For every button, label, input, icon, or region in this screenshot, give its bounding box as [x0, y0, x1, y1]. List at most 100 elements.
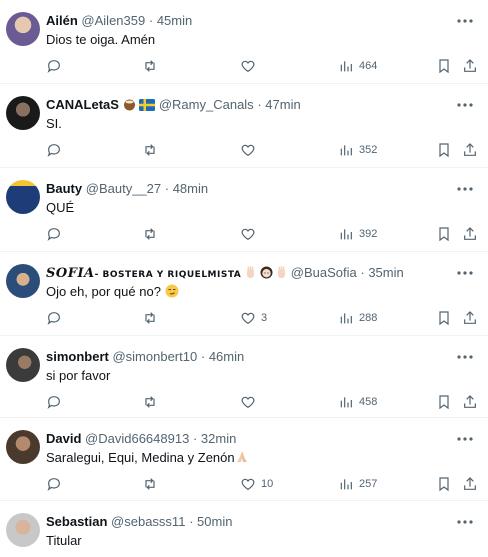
tweet-text-content: Ojo eh, por qué no? — [46, 284, 161, 299]
views-count: 257 — [359, 478, 378, 490]
share-icon — [464, 59, 476, 72]
bookmark-icon — [439, 311, 449, 326]
timestamp[interactable]: 47min — [265, 97, 300, 112]
timestamp[interactable]: 32min — [201, 431, 236, 446]
author-handle[interactable]: @Ailen359 — [81, 13, 145, 28]
author-handle[interactable]: @BuaSofia — [291, 265, 357, 280]
tweet[interactable]: simonbert @simonbert10 · 46min si por fa… — [0, 336, 488, 418]
bookmark-button[interactable] — [436, 475, 452, 493]
author-handle[interactable]: @Bauty__27 — [86, 181, 161, 196]
author-name[interactable]: simonbert — [46, 349, 109, 364]
share-icon — [464, 477, 476, 490]
author-handle[interactable]: @sebasss11 — [111, 514, 185, 529]
author-handle[interactable]: @Ramy_Canals — [159, 97, 254, 112]
like-button[interactable] — [240, 57, 256, 75]
more-dots-icon[interactable] — [456, 182, 474, 196]
author-name[interactable]: Sebastian — [46, 514, 107, 529]
reply-button[interactable] — [46, 475, 62, 493]
retweet-button[interactable] — [142, 141, 158, 159]
avatar[interactable] — [6, 264, 40, 298]
share-button[interactable] — [462, 225, 478, 243]
action-bar: 352 — [0, 141, 488, 159]
tweet[interactable]: David @David66648913 · 32min Saralegui, … — [0, 418, 488, 501]
retweet-button[interactable] — [142, 475, 158, 493]
author-name[interactable]: Ailén — [46, 13, 78, 28]
views-button[interactable]: 352 — [338, 141, 377, 159]
tweet[interactable]: Bauty @Bauty__27 · 48min QUÉ 392 — [0, 168, 488, 252]
reply-button[interactable] — [46, 141, 62, 159]
more-dots-icon[interactable] — [456, 98, 474, 112]
more-dots-icon[interactable] — [456, 14, 474, 28]
avatar[interactable] — [6, 96, 40, 130]
more-dots-icon[interactable] — [456, 350, 474, 364]
tweet-header: David @David66648913 · 32min — [46, 430, 448, 448]
bookmark-icon — [439, 477, 449, 492]
share-button[interactable] — [462, 57, 478, 75]
like-button[interactable] — [240, 225, 256, 243]
timestamp[interactable]: 35min — [368, 265, 403, 280]
author-name[interactable]: SOFIA — [46, 266, 95, 281]
share-button[interactable] — [462, 475, 478, 493]
heart-icon — [241, 60, 255, 73]
views-button[interactable]: 288 — [338, 309, 377, 327]
timestamp[interactable]: 45min — [157, 13, 192, 28]
share-icon — [464, 311, 476, 324]
tweet-text: Dios te oiga. Amén — [46, 32, 156, 47]
retweet-icon — [145, 144, 155, 156]
author-name[interactable]: Bauty — [46, 181, 82, 196]
avatar[interactable] — [6, 12, 40, 46]
author-name[interactable]: David — [46, 431, 81, 446]
more-dots-icon[interactable] — [456, 266, 474, 280]
bookmark-button[interactable] — [436, 309, 452, 327]
tweet[interactable]: Sebastian @sebasss11 · 50min Titular — [0, 501, 488, 557]
timestamp[interactable]: 46min — [209, 349, 244, 364]
share-button[interactable] — [462, 309, 478, 327]
tweet[interactable]: CANALetaS @Ramy_Canals · 47min SI. 352 — [0, 84, 488, 168]
views-button[interactable]: 257 — [338, 475, 377, 493]
views-button[interactable]: 458 — [338, 393, 377, 411]
avatar[interactable] — [6, 513, 40, 547]
reply-button[interactable] — [46, 393, 62, 411]
bookmark-button[interactable] — [436, 393, 452, 411]
bookmark-button[interactable] — [436, 141, 452, 159]
timestamp[interactable]: 50min — [197, 514, 232, 529]
separator-dot: · — [148, 13, 154, 28]
avatar[interactable] — [6, 430, 40, 464]
reply-icon — [47, 144, 60, 157]
separator-dot: · — [164, 181, 170, 196]
retweet-button[interactable] — [142, 225, 158, 243]
reply-button[interactable] — [46, 225, 62, 243]
like-button[interactable] — [240, 393, 256, 411]
bookmark-button[interactable] — [436, 225, 452, 243]
avatar[interactable] — [6, 348, 40, 382]
avatar[interactable] — [6, 180, 40, 214]
author-handle[interactable]: @David66648913 — [85, 431, 189, 446]
reply-button[interactable] — [46, 57, 62, 75]
author-name-suffix[interactable]: - BOSTERA Y RIQUELMISTA — [95, 270, 242, 280]
like-button[interactable]: 3 — [240, 309, 267, 327]
bookmark-button[interactable] — [436, 57, 452, 75]
tweet[interactable]: SOFIA- BOSTERA Y RIQUELMISTA @BuaSofia ·… — [0, 252, 488, 336]
timestamp[interactable]: 48min — [173, 181, 208, 196]
share-button[interactable] — [462, 393, 478, 411]
bookmark-icon — [439, 227, 449, 242]
views-button[interactable]: 464 — [338, 57, 377, 75]
reply-button[interactable] — [46, 309, 62, 327]
tweet-header: Ailén @Ailen359 · 45min — [46, 12, 448, 30]
tweet-text: si por favor — [46, 368, 111, 383]
like-button[interactable]: 10 — [240, 475, 273, 493]
like-button[interactable] — [240, 141, 256, 159]
more-dots-icon[interactable] — [456, 432, 474, 446]
views-chart-icon — [340, 313, 352, 324]
tweet-text: QUÉ — [46, 200, 75, 215]
author-name[interactable]: CANALetaS — [46, 97, 119, 112]
views-button[interactable]: 392 — [338, 225, 377, 243]
retweet-button[interactable] — [142, 57, 158, 75]
retweet-button[interactable] — [142, 393, 158, 411]
tweet[interactable]: Ailén @Ailen359 · 45min Dios te oiga. Am… — [0, 0, 488, 84]
more-dots-icon[interactable] — [456, 515, 474, 529]
retweet-button[interactable] — [142, 309, 158, 327]
views-count: 458 — [359, 396, 378, 408]
share-button[interactable] — [462, 141, 478, 159]
author-handle[interactable]: @simonbert10 — [112, 349, 197, 364]
